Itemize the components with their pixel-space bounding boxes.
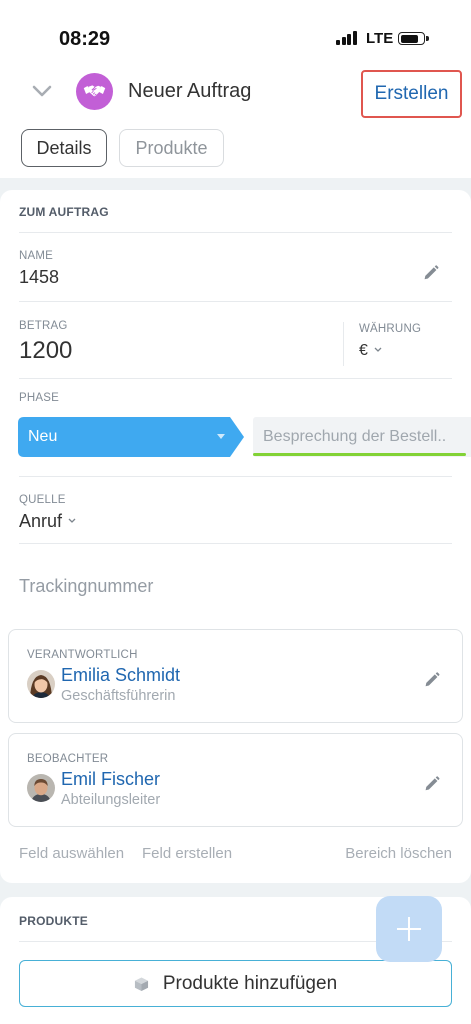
status-time: 08:29 <box>59 28 111 50</box>
section-title-order: ZUM AUFTRAG <box>19 205 109 219</box>
pencil-icon[interactable] <box>424 671 440 688</box>
observer-label: BEOBACHTER <box>27 753 109 765</box>
responsible-position: Geschäftsführerin <box>61 688 176 704</box>
stage-next-label: Besprechung der Bestell.. <box>263 428 447 445</box>
observer-name-link[interactable]: Emil Fischer <box>61 769 160 790</box>
signal-icon <box>336 30 358 45</box>
handshake-icon <box>76 73 113 110</box>
tab-details[interactable]: Details <box>21 129 107 167</box>
currency-value: € <box>359 342 368 359</box>
avatar <box>27 670 55 698</box>
select-field-link[interactable]: Feld auswählen <box>19 845 124 862</box>
avatar <box>27 774 55 802</box>
stage-active-label: Neu <box>28 428 58 445</box>
stage-next[interactable]: Besprechung der Bestell.. <box>253 417 471 457</box>
add-products-label: Produkte hinzufügen <box>162 972 338 994</box>
divider <box>19 378 452 379</box>
responsible-name-link[interactable]: Emilia Schmidt <box>61 665 180 686</box>
battery-nub <box>426 36 429 41</box>
delete-section-link[interactable]: Bereich löschen <box>345 845 452 862</box>
dropdown-triangle-icon <box>217 434 225 439</box>
name-label: NAME <box>19 250 54 262</box>
chevron-down-icon <box>374 347 382 352</box>
details-card: ZUM AUFTRAG NAME 1458 BETRAG 1200 WÄHRUN… <box>0 190 471 883</box>
vertical-divider <box>343 322 344 366</box>
tab-products[interactable]: Produkte <box>119 129 224 167</box>
source-value: Anruf <box>19 511 63 531</box>
page-title: Neuer Auftrag <box>128 80 252 102</box>
currency-label: WÄHRUNG <box>359 323 422 335</box>
battery-icon <box>398 32 425 45</box>
name-field[interactable]: 1458 <box>19 267 59 288</box>
pencil-icon[interactable] <box>424 775 440 792</box>
box-icon <box>134 976 148 991</box>
chevron-down-icon[interactable] <box>32 84 52 98</box>
amount-field[interactable]: 1200 <box>19 337 72 365</box>
amount-label: BETRAG <box>19 320 68 332</box>
create-button[interactable]: Erstellen <box>361 70 462 118</box>
chevron-down-icon <box>68 518 76 524</box>
divider <box>19 232 452 233</box>
stage-progress-bar <box>253 453 466 456</box>
responsible-box[interactable]: VERANTWORTLICH Emilia Schmidt Geschäftsf… <box>8 629 463 723</box>
network-label: LTE <box>366 30 394 47</box>
divider <box>19 301 452 302</box>
floating-add-button[interactable] <box>376 896 442 962</box>
pencil-icon[interactable] <box>423 264 439 281</box>
source-label: QUELLE <box>19 494 66 506</box>
observer-box[interactable]: BEOBACHTER Emil Fischer Abteilungsleiter <box>8 733 463 827</box>
observer-position: Abteilungsleiter <box>61 792 161 808</box>
divider <box>19 476 452 477</box>
tracking-number-field[interactable]: Trackingnummer <box>19 576 153 597</box>
plus-icon <box>397 917 421 941</box>
responsible-label: VERANTWORTLICH <box>27 649 138 661</box>
add-products-button[interactable]: Produkte hinzufügen <box>19 960 452 1007</box>
create-field-link[interactable]: Feld erstellen <box>142 845 232 862</box>
phase-label: PHASE <box>19 392 59 404</box>
source-select[interactable]: Anruf <box>19 511 76 532</box>
currency-select[interactable]: € <box>359 342 382 360</box>
section-title-products: PRODUKTE <box>19 914 88 928</box>
divider <box>19 543 452 544</box>
stage-active[interactable]: Neu <box>18 417 244 457</box>
